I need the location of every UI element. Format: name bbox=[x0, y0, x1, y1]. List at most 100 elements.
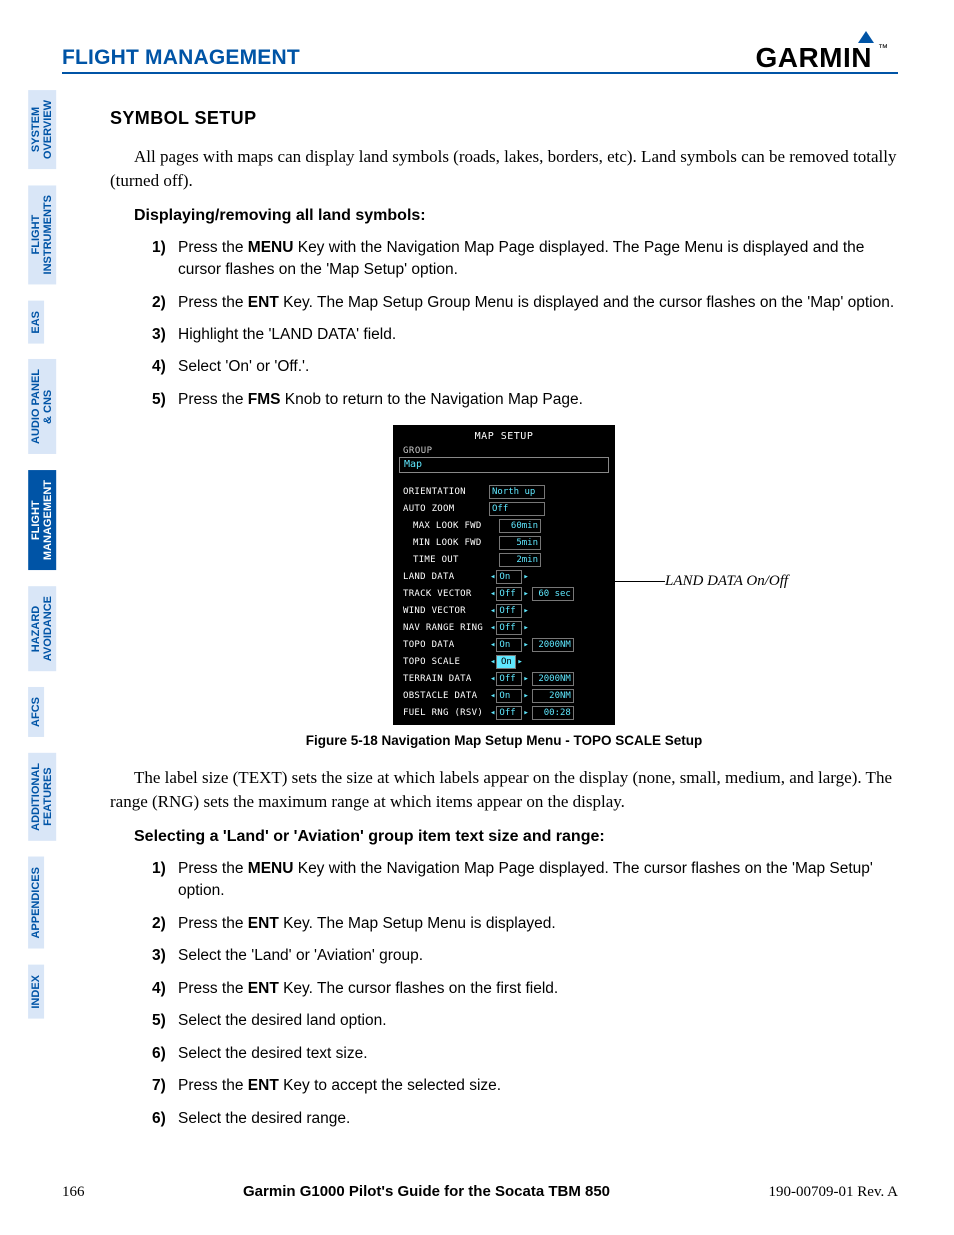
map-setup-row: FUEL RNG (RSV)◂Off▸00:28 bbox=[397, 704, 611, 721]
step-text: Press the ENT Key. The Map Setup Menu is… bbox=[178, 913, 898, 935]
callout-line bbox=[610, 581, 665, 582]
list-item: 5)Press the FMS Knob to return to the Na… bbox=[152, 389, 898, 411]
row-label: ORIENTATION bbox=[403, 487, 489, 497]
heading-symbol-setup: SYMBOL SETUP bbox=[110, 108, 898, 129]
arrow-right-icon: ▸ bbox=[522, 691, 529, 701]
map-setup-row: MAX LOOK FWD60min bbox=[397, 517, 611, 534]
row-value: On bbox=[496, 638, 522, 652]
sidebar-tab[interactable]: EAS bbox=[28, 301, 44, 344]
sidebar-tab[interactable]: ADDITIONAL FEATURES bbox=[28, 753, 56, 841]
step-number: 6) bbox=[152, 1108, 178, 1130]
step-text: Press the FMS Knob to return to the Navi… bbox=[178, 389, 898, 411]
arrow-right-icon: ▸ bbox=[522, 623, 529, 633]
row-value: 2min bbox=[499, 553, 541, 567]
list-item: 7)Press the ENT Key to accept the select… bbox=[152, 1075, 898, 1097]
row-extra-value: 60 sec bbox=[532, 587, 574, 601]
arrow-left-icon: ◂ bbox=[489, 606, 496, 616]
step-text: Press the ENT Key. The Map Setup Group M… bbox=[178, 292, 898, 314]
map-setup-row: ORIENTATIONNorth up bbox=[397, 483, 611, 500]
map-setup-row: LAND DATA◂On▸ bbox=[397, 568, 611, 585]
step-number: 2) bbox=[152, 913, 178, 935]
list-item: 3)Highlight the 'LAND DATA' field. bbox=[152, 324, 898, 346]
group-label: GROUP bbox=[397, 446, 611, 457]
row-value: On bbox=[496, 570, 522, 584]
sidebar-tab[interactable]: FLIGHT MANAGEMENT bbox=[28, 470, 56, 570]
row-label: TOPO SCALE bbox=[403, 657, 489, 667]
row-value: Off bbox=[489, 502, 545, 516]
step-text: Select the desired land option. bbox=[178, 1010, 898, 1032]
row-label: WIND VECTOR bbox=[403, 606, 489, 616]
step-number: 1) bbox=[152, 237, 178, 282]
map-setup-row: TIME OUT2min bbox=[397, 551, 611, 568]
row-label: TOPO DATA bbox=[403, 640, 489, 650]
procedure2-title: Selecting a 'Land' or 'Aviation' group i… bbox=[134, 828, 898, 846]
procedure1-list: 1)Press the MENU Key with the Navigation… bbox=[152, 237, 898, 412]
sidebar-tab[interactable]: FLIGHT INSTRUMENTS bbox=[28, 185, 56, 284]
arrow-left-icon: ◂ bbox=[489, 623, 496, 633]
sidebar-tabs: SYSTEM OVERVIEW FLIGHT INSTRUMENTS EAS AUDI… bbox=[28, 90, 54, 1034]
map-setup-row: TOPO SCALE◂On▸ bbox=[397, 653, 611, 670]
group-value-box: Map bbox=[399, 457, 609, 473]
row-extra-value: 00:28 bbox=[532, 706, 574, 720]
page-number: 166 bbox=[62, 1184, 85, 1201]
step-number: 1) bbox=[152, 858, 178, 903]
row-value: Off bbox=[496, 604, 522, 618]
arrow-right-icon: ▸ bbox=[522, 572, 529, 582]
sidebar-tab[interactable]: HAZARD AVOIDANCE bbox=[28, 586, 56, 671]
map-setup-row: OBSTACLE DATA◂On▸20NM bbox=[397, 687, 611, 704]
paragraph-2: The label size (TEXT) sets the size at w… bbox=[110, 766, 898, 814]
list-item: 3)Select the 'Land' or 'Aviation' group. bbox=[152, 945, 898, 967]
map-setup-row: TRACK VECTOR◂Off▸60 sec bbox=[397, 585, 611, 602]
sidebar-tab[interactable]: AFCS bbox=[28, 687, 44, 737]
sidebar-tab[interactable]: APPENDICES bbox=[28, 857, 44, 949]
step-text: Press the MENU Key with the Navigation M… bbox=[178, 237, 898, 282]
arrow-right-icon: ▸ bbox=[522, 708, 529, 718]
list-item: 1)Press the MENU Key with the Navigation… bbox=[152, 237, 898, 282]
step-number: 7) bbox=[152, 1075, 178, 1097]
sidebar-tab[interactable]: AUDIO PANEL & CNS bbox=[28, 359, 56, 454]
arrow-right-icon: ▸ bbox=[522, 674, 529, 684]
intro-paragraph: All pages with maps can display land sym… bbox=[110, 145, 898, 193]
step-text: Select the desired text size. bbox=[178, 1043, 898, 1065]
row-label: TRACK VECTOR bbox=[403, 589, 489, 599]
map-setup-panel: MAP SETUP GROUP Map ORIENTATIONNorth upA… bbox=[393, 425, 615, 725]
sidebar-tab[interactable]: INDEX bbox=[28, 965, 44, 1019]
step-number: 2) bbox=[152, 292, 178, 314]
list-item: 4)Select 'On' or 'Off.'. bbox=[152, 356, 898, 378]
row-label: FUEL RNG (RSV) bbox=[403, 708, 489, 718]
list-item: 1)Press the MENU Key with the Navigation… bbox=[152, 858, 898, 903]
arrow-left-icon: ◂ bbox=[489, 674, 496, 684]
page-header: FLIGHT MANAGEMENT GARMIN™ bbox=[62, 38, 898, 74]
row-value: Off bbox=[496, 706, 522, 720]
step-text: Press the ENT Key. The cursor flashes on… bbox=[178, 978, 898, 1000]
row-value: North up bbox=[489, 485, 545, 499]
arrow-left-icon: ◂ bbox=[489, 708, 496, 718]
brand-triangle-icon bbox=[858, 31, 874, 43]
row-label: MIN LOOK FWD bbox=[413, 538, 499, 548]
arrow-right-icon: ▸ bbox=[522, 640, 529, 650]
procedure1-title: Displaying/removing all land symbols: bbox=[134, 207, 898, 225]
step-text: Select the desired range. bbox=[178, 1108, 898, 1130]
row-value: Off bbox=[496, 621, 522, 635]
arrow-left-icon: ◂ bbox=[489, 657, 496, 667]
arrow-right-icon: ▸ bbox=[522, 589, 529, 599]
row-label: MAX LOOK FWD bbox=[413, 521, 499, 531]
row-label: LAND DATA bbox=[403, 572, 489, 582]
arrow-right-icon: ▸ bbox=[516, 657, 523, 667]
arrow-left-icon: ◂ bbox=[489, 572, 496, 582]
row-value: 60min bbox=[499, 519, 541, 533]
row-extra-value: 20NM bbox=[532, 689, 574, 703]
step-text: Press the ENT Key to accept the selected… bbox=[178, 1075, 898, 1097]
group-value: Map bbox=[404, 459, 422, 470]
row-value: Off bbox=[496, 672, 522, 686]
row-value: 5min bbox=[499, 536, 541, 550]
step-number: 4) bbox=[152, 356, 178, 378]
row-value: On bbox=[496, 655, 516, 669]
step-number: 5) bbox=[152, 1010, 178, 1032]
sidebar-tab[interactable]: SYSTEM OVERVIEW bbox=[28, 90, 56, 169]
figure-caption: Figure 5-18 Navigation Map Setup Menu - … bbox=[110, 733, 898, 748]
map-setup-row: TERRAIN DATA◂Off▸2000NM bbox=[397, 670, 611, 687]
arrow-left-icon: ◂ bbox=[489, 589, 496, 599]
callout-text: LAND DATA On/Off bbox=[665, 573, 825, 590]
step-text: Select the 'Land' or 'Aviation' group. bbox=[178, 945, 898, 967]
